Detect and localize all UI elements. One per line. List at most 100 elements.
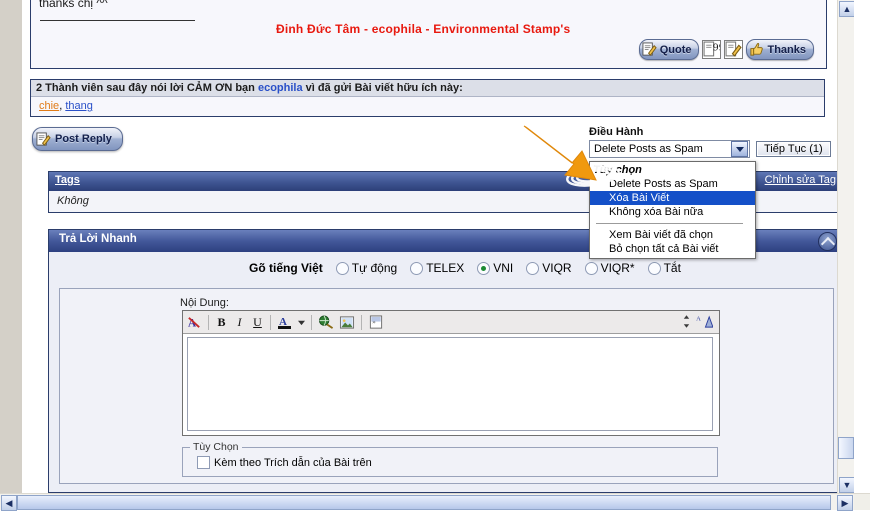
svg-text:”: ” <box>372 319 375 328</box>
moderation-control-row: Delete Posts as Spam Tiếp Tục (1) <box>589 140 839 158</box>
insert-link-icon[interactable] <box>318 314 334 330</box>
quick-reply-options: Tùy Chọn Kèm theo Trích dẫn của Bài trên <box>182 441 718 477</box>
thanks-button-label: Thanks <box>767 43 806 56</box>
horizontal-scrollbar-thumb[interactable] <box>17 495 831 510</box>
radio-label: TELEX <box>426 261 465 275</box>
menu-item-xoa-bai-viet[interactable]: Xóa Bài Viết <box>590 191 755 205</box>
quote-button-label: Quote <box>659 43 692 56</box>
toolbar-separator <box>270 314 271 330</box>
collapse-icon[interactable] <box>818 232 837 251</box>
signature-divider <box>40 20 195 21</box>
thumbs-up-icon <box>750 43 764 56</box>
thanks-user-thang[interactable]: thang <box>65 100 93 112</box>
thanks-headline-prefix: 2 Thành viên sau đây nói lời CẢM ƠN bạn <box>36 82 258 94</box>
quick-reply-title: Trả Lời Nhanh <box>59 233 137 245</box>
input-method-label: Gõ tiếng Việt <box>249 261 323 275</box>
multiquote-button[interactable]: 99 <box>702 40 722 59</box>
moderation-label: Điều Hành <box>589 126 644 138</box>
post-body-text: thanks chị ^^ <box>39 0 108 10</box>
moderation-select-value: Delete Posts as Spam <box>594 143 703 155</box>
post-signature: Đinh Đức Tâm - ecophila - Environmental … <box>276 22 571 36</box>
italic-icon[interactable]: I <box>233 315 246 330</box>
post-reply-label: Post Reply <box>55 133 112 145</box>
radio-tat[interactable]: Tắt <box>647 261 681 275</box>
scrollbar-corner <box>854 494 870 510</box>
svg-text:A: A <box>696 316 701 323</box>
post-button-row: Quote 99 <box>638 39 814 60</box>
menu-item-khong-xoa-bai-nua[interactable]: Không xóa Bài nữa <box>590 205 755 219</box>
line-height-icon[interactable] <box>682 314 691 329</box>
font-size-icon[interactable]: A <box>696 314 713 329</box>
quote-previous-post-checkbox[interactable]: Kèm theo Trích dẫn của Bài trên <box>197 456 372 469</box>
radio-viqr[interactable]: VIQR <box>526 261 572 275</box>
remove-format-icon[interactable]: A <box>187 315 202 330</box>
quote-icon <box>642 42 657 56</box>
post-reply-button[interactable]: Post Reply <box>32 127 123 151</box>
menu-item-delete-posts-as-spam[interactable]: Delete Posts as Spam <box>590 177 755 191</box>
menu-item-xem-bai-viet-da-chon[interactable]: Xem Bài viết đã chọn <box>590 228 755 242</box>
toolbar-separator <box>208 314 209 330</box>
bold-icon[interactable]: B <box>215 315 228 330</box>
editor-toolbar-right: A <box>682 314 713 329</box>
radio-label: VIQR <box>542 261 572 275</box>
moderation-tools: Điều Hành Delete Posts as Spam Tiếp Tục … <box>589 126 839 259</box>
vertical-scrollbar[interactable]: ▲ ▼ <box>837 0 854 494</box>
content-label: Nội Dung: <box>180 297 229 309</box>
quote-button[interactable]: Quote <box>638 39 700 60</box>
menu-divider <box>596 223 743 224</box>
edit-tag-link[interactable]: Chỉnh sửa Tag <box>765 174 836 186</box>
radio-label: Tự động <box>351 261 398 275</box>
quick-reply-panel: Trả Lời Nhanh Gõ tiếng Việt Tự động TELE… <box>48 229 845 493</box>
font-color-icon[interactable]: A <box>277 314 293 330</box>
insert-image-icon[interactable] <box>339 315 355 330</box>
radio-label: Tắt <box>663 261 681 275</box>
continue-button[interactable]: Tiếp Tục (1) <box>756 141 831 157</box>
svg-text:99: 99 <box>713 43 721 54</box>
moderation-select[interactable]: Delete Posts as Spam <box>589 140 750 158</box>
radio-label: VNI <box>493 261 514 275</box>
editor-textarea[interactable] <box>187 337 713 431</box>
thanks-user-chie[interactable]: chie <box>39 100 59 112</box>
page-left-gutter <box>0 0 22 494</box>
input-method-row: Gõ tiếng Việt Tự động TELEX VNI VIQR VIQ… <box>249 261 681 275</box>
options-legend: Tùy Chọn <box>190 441 242 453</box>
thanks-headline-suffix: vì đã gửi Bài viết hữu ích này: <box>302 82 463 94</box>
scroll-right-button[interactable]: ▶ <box>837 495 853 511</box>
radio-tu-dong[interactable]: Tự động <box>335 261 398 275</box>
edit-button[interactable] <box>724 40 744 59</box>
thanks-headline-user[interactable]: ecophila <box>258 82 303 94</box>
insert-quote-icon[interactable]: ” <box>368 314 384 330</box>
scroll-up-button[interactable]: ▲ <box>839 1 854 17</box>
toolbar-separator <box>361 314 362 330</box>
radio-dot <box>584 261 598 275</box>
radio-dot <box>647 261 661 275</box>
tags-header-label[interactable]: Tags <box>55 174 80 186</box>
vertical-scrollbar-thumb[interactable] <box>838 437 854 459</box>
forum-content: thanks chị ^^ Đinh Đức Tâm - ecophila - … <box>22 0 854 494</box>
radio-label: VIQR* <box>600 261 635 275</box>
post-body-box: thanks chị ^^ Đinh Đức Tâm - ecophila - … <box>30 0 827 69</box>
menu-group-label: Tùy chọn <box>593 164 642 176</box>
radio-telex[interactable]: TELEX <box>410 261 464 275</box>
menu-item-bo-chon-tat-ca-bai-viet[interactable]: Bỏ chọn tất cả Bài viết <box>590 242 755 256</box>
thanks-headline: 2 Thành viên sau đây nói lời CẢM ƠN bạn … <box>31 80 824 97</box>
browser-viewport: thanks chị ^^ Đinh Đức Tâm - ecophila - … <box>0 0 854 494</box>
radio-viqr-star[interactable]: VIQR* <box>584 261 635 275</box>
radio-dot <box>335 261 349 275</box>
chevron-down-icon[interactable] <box>731 141 748 157</box>
scroll-down-button[interactable]: ▼ <box>839 477 854 493</box>
underline-icon[interactable]: U <box>251 315 264 330</box>
checkbox-box <box>197 456 210 469</box>
scroll-left-button[interactable]: ◀ <box>1 495 17 511</box>
quick-reply-inner: Nội Dung: A B I U A ” A Tùy Chọn Kèm the… <box>59 288 834 484</box>
thanks-button[interactable]: Thanks <box>746 39 814 60</box>
thanks-user-list: chie, thang <box>31 97 824 116</box>
horizontal-scrollbar[interactable]: ◀ ▶ <box>0 493 870 511</box>
editor: A B I U A ” A <box>182 310 720 436</box>
radio-dot <box>526 261 540 275</box>
chevron-down-icon[interactable] <box>298 319 305 326</box>
radio-dot <box>477 261 491 275</box>
radio-vni[interactable]: VNI <box>477 261 513 275</box>
checkbox-label: Kèm theo Trích dẫn của Bài trên <box>214 456 372 469</box>
moderation-dropdown-menu: Tùy chọn Delete Posts as Spam Xóa Bài Vi… <box>589 161 756 259</box>
